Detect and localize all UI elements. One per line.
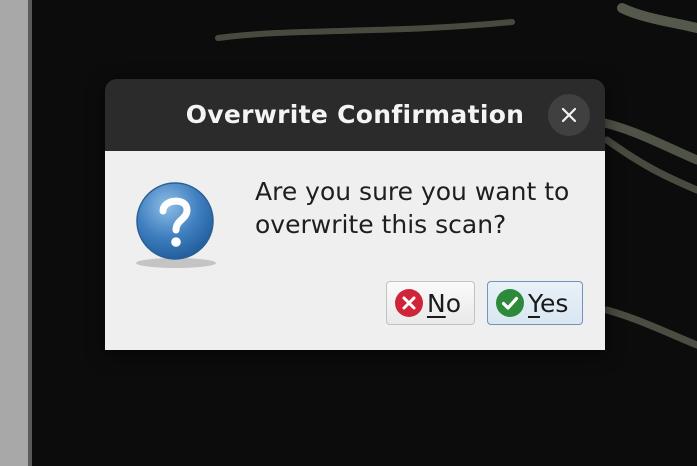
no-button[interactable]: No <box>386 281 475 325</box>
no-button-mnemonic: N <box>427 288 446 318</box>
dialog-body: Are you sure you want to overwrite this … <box>105 151 605 350</box>
dialog-title: Overwrite Confirmation <box>185 100 525 129</box>
question-icon <box>136 182 216 268</box>
close-button[interactable] <box>548 94 590 136</box>
overwrite-confirmation-dialog: Overwrite Confirmation Are you sure you … <box>105 79 605 350</box>
yes-button-label-rest: es <box>539 288 569 318</box>
no-button-label-rest: o <box>445 288 461 318</box>
close-icon <box>561 107 577 123</box>
dialog-titlebar: Overwrite Confirmation <box>105 79 605 151</box>
no-button-label: No <box>427 289 461 318</box>
confirmation-message: Are you sure you want to overwrite this … <box>255 177 570 239</box>
cancel-circle-icon <box>395 289 423 317</box>
yes-button[interactable]: Yes <box>487 281 583 325</box>
check-circle-icon <box>496 289 524 317</box>
yes-button-mnemonic: Y <box>528 288 540 318</box>
yes-button-label: Yes <box>528 289 568 318</box>
